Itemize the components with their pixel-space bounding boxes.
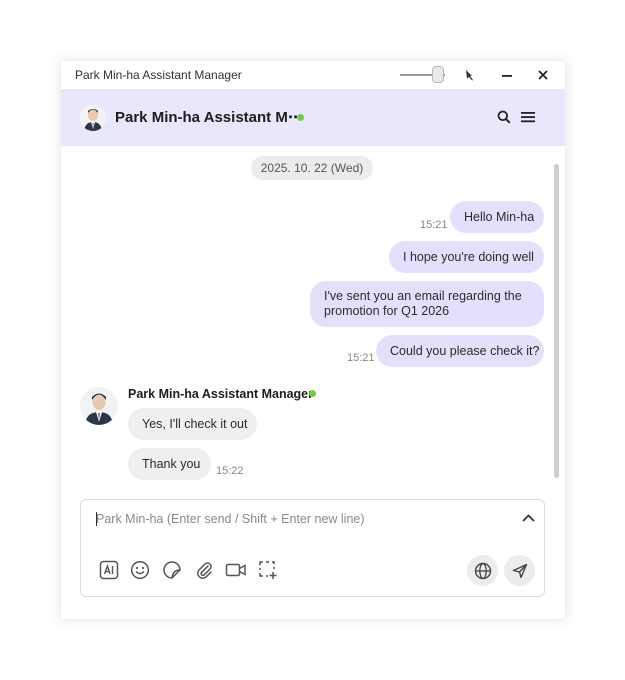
attachment-icon [197, 562, 212, 579]
chat-header: Park Min-ha Assistant M⋯ [61, 89, 565, 146]
incoming-message[interactable]: Yes, I'll check it out [128, 408, 257, 440]
video-call-icon [225, 563, 246, 577]
emoji-button[interactable] [128, 558, 152, 582]
sender-name: Park Min-ha Assistant Manager [128, 387, 314, 401]
close-icon [538, 70, 548, 80]
hamburger-menu-icon [521, 112, 535, 123]
message-composer [80, 499, 545, 597]
outgoing-message[interactable]: Could you please check it? [376, 335, 544, 367]
attach-file-button[interactable] [192, 558, 216, 582]
online-status-indicator [297, 114, 304, 121]
outgoing-message[interactable]: Hello Min-ha [450, 201, 544, 233]
date-divider: 2025. 10. 22 (Wed) [251, 156, 373, 180]
chat-window: Park Min-ha Assistant Manager Park Min-h… [61, 61, 565, 619]
message-timestamp: 15:21 [347, 352, 375, 364]
menu-button[interactable] [518, 107, 538, 127]
message-list[interactable]: 2025. 10. 22 (Wed) 15:21 Hello Min-ha I … [61, 146, 565, 491]
close-button[interactable] [533, 65, 553, 85]
send-icon [512, 563, 527, 578]
video-call-button[interactable] [224, 558, 248, 582]
search-icon [497, 110, 511, 124]
sticker-button[interactable] [160, 558, 184, 582]
ai-assist-button[interactable] [97, 558, 121, 582]
person-avatar-icon [80, 387, 118, 425]
contact-avatar[interactable] [80, 105, 106, 131]
message-scrollbar[interactable] [554, 164, 559, 478]
emoji-icon [130, 560, 150, 580]
ai-icon [99, 560, 119, 580]
incoming-message[interactable]: Thank you [128, 448, 211, 480]
outgoing-message[interactable]: I've sent you an email regarding the pro… [310, 281, 544, 327]
online-status-indicator [309, 390, 316, 397]
opacity-slider-handle[interactable] [432, 66, 444, 83]
person-avatar-icon [80, 105, 106, 131]
outgoing-message[interactable]: I hope you're doing well [389, 241, 544, 273]
screen-capture-button[interactable] [256, 558, 280, 582]
title-bar: Park Min-ha Assistant Manager [61, 61, 565, 89]
contact-name[interactable]: Park Min-ha Assistant M⋯ [115, 108, 303, 126]
minimize-icon [502, 75, 512, 77]
collapse-composer-button[interactable] [518, 508, 538, 528]
search-button[interactable] [494, 107, 514, 127]
sticker-icon [163, 561, 181, 579]
window-title: Park Min-ha Assistant Manager [75, 68, 242, 82]
pin-button[interactable] [459, 65, 479, 85]
send-button[interactable] [504, 555, 535, 586]
translate-globe-icon [474, 562, 491, 579]
screen-capture-icon [259, 561, 277, 579]
pin-icon [466, 70, 473, 81]
minimize-button[interactable] [497, 65, 517, 85]
sender-avatar[interactable] [80, 387, 118, 425]
message-timestamp: 15:22 [216, 465, 244, 477]
message-input[interactable] [96, 510, 506, 528]
chevron-up-icon [521, 514, 535, 522]
translate-button[interactable] [467, 555, 498, 586]
message-timestamp: 15:21 [420, 219, 448, 231]
